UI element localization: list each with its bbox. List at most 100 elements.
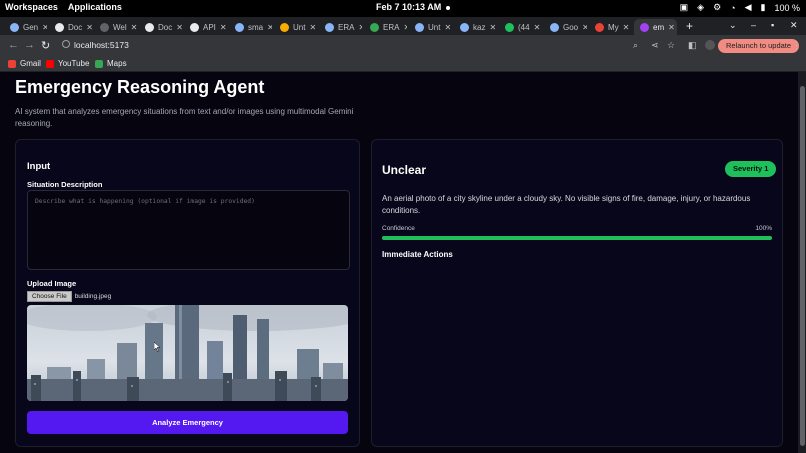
browser-tab[interactable]: API ✕ [184,19,227,35]
minimize-icon[interactable]: – [751,20,756,30]
profile-avatar[interactable] [705,40,715,50]
input-panel: Input Situation Description Describe wha… [15,139,360,447]
tab-favicon-icon [505,22,514,32]
mouse-cursor-icon [154,342,161,352]
confidence-bar-fill [382,236,772,240]
browser-tab[interactable]: Unt ✕ [274,19,317,35]
situation-description-label: Situation Description [27,180,103,189]
tab-close-icon[interactable]: ✕ [489,23,496,32]
tab-close-icon[interactable]: ✕ [220,23,227,32]
tab-label: Unt [293,22,306,32]
tab-label: Wel [113,22,127,32]
browser-tab[interactable]: Goo ✕ [544,19,587,35]
file-input[interactable]: Choose File building.jpeg [27,291,111,302]
tab-favicon-icon [550,22,559,32]
browser-tab[interactable]: Wel ✕ [94,19,137,35]
zoom-icon[interactable]: ⌕ [633,40,638,51]
tab-close-icon[interactable]: ✕ [267,23,272,32]
close-window-icon[interactable]: ✕ [790,20,798,31]
analysis-summary: An aerial photo of a city skyline under … [382,194,751,215]
browser-tab[interactable]: Gen ✕ [4,19,47,35]
bookmark-maps[interactable]: Maps [95,59,127,68]
side-panel-icon[interactable]: ◧ [688,40,697,51]
page-title: Emergency Reasoning Agent [15,77,265,97]
result-panel: Unclear Severity 1 An aerial photo of a … [371,139,783,447]
tab-favicon-icon [370,22,379,32]
choose-file-button[interactable]: Choose File [27,291,72,302]
tab-favicon-icon [595,22,604,32]
tab-favicon-icon [280,22,289,32]
wifi-icon[interactable]: ◔ [730,3,735,13]
tab-label: sma [248,22,264,32]
controller-icon[interactable]: ◈ [697,2,704,13]
maximize-icon[interactable]: ▪ [771,20,774,30]
tab-favicon-icon [325,22,334,32]
tab-favicon-icon [415,22,424,32]
bookmark-youtube[interactable]: YouTube [46,59,89,68]
situation-description-textarea[interactable]: Describe what is happening (optional if … [27,190,350,270]
tab-label: ERA [383,22,400,32]
tab-close-icon[interactable]: ✕ [86,23,92,32]
tab-search-icon[interactable]: ⌄ [729,20,737,31]
tab-close-icon[interactable]: ✕ [131,23,137,32]
tab-close-icon[interactable]: ✕ [42,23,47,32]
tab-close-icon[interactable]: ✕ [403,23,407,32]
settings-gear-icon[interactable]: ⚙ [713,2,721,13]
page-scrollbar[interactable] [798,72,806,453]
address-bar[interactable]: localhost:5173 [74,40,129,50]
back-icon[interactable]: ← [8,39,19,51]
browser-tab[interactable]: Doc ✕ [139,19,182,35]
tab-favicon-icon [100,22,109,32]
battery-percentage: 100 % [774,2,800,13]
scrollbar-thumb[interactable] [800,86,805,446]
confidence-label: Confidence [382,225,415,232]
tab-label: ERA [338,22,355,32]
tab-close-icon[interactable]: ✕ [582,23,587,32]
applications-menu[interactable]: Applications [68,2,122,12]
workspaces-button[interactable]: Workspaces [5,2,58,12]
battery-icon[interactable]: ▮ [761,2,766,13]
browser-tab[interactable]: ERA ✕ [364,19,407,35]
volume-icon[interactable]: ◀ [745,2,752,13]
notification-dot-icon [446,5,451,10]
browser-tab[interactable]: ERA ✕ [319,19,362,35]
tab-favicon-icon [55,22,64,32]
tab-label: Doc [68,22,83,32]
selected-file-name: building.jpeg [74,293,112,300]
clock[interactable]: Feb 7 10:13 AM [376,2,451,12]
browser-tab[interactable]: sma ✕ [229,19,272,35]
tab-close-icon[interactable]: ✕ [444,23,451,32]
menu-kebab-icon[interactable]: ⋮ [792,40,801,51]
camera-icon[interactable]: ▣ [680,2,689,13]
tab-close-icon[interactable]: ✕ [176,23,182,32]
site-info-icon[interactable] [62,40,70,48]
browser-tab[interactable]: Doc ✕ [49,19,92,35]
tab-favicon-icon [10,22,19,32]
new-tab-icon[interactable]: + [686,19,693,33]
tab-close-icon[interactable]: ✕ [534,23,541,32]
browser-tab[interactable]: Unt ✕ [409,19,452,35]
tab-close-icon[interactable]: ✕ [623,23,630,32]
browser-tab[interactable]: (44 ✕ [499,19,542,35]
tab-close-icon[interactable]: ✕ [358,23,362,32]
tab-label: em [653,22,665,32]
bookmark-star-icon[interactable]: ☆ [667,40,675,51]
system-top-bar: Workspaces Applications Feb 7 10:13 AM ▣… [0,0,806,17]
bookmark-gmail[interactable]: Gmail [8,59,41,68]
reload-icon[interactable]: ↻ [41,39,50,52]
browser-tab[interactable]: kaz ✕ [454,19,497,35]
analyze-emergency-button[interactable]: Analyze Emergency [27,411,348,434]
city-skyline-image [27,305,348,401]
browser-toolbar: ← → ↻ localhost:5173 ⌕ ⋖ ☆ ◧ Relaunch to… [0,35,806,57]
tab-favicon-icon [235,22,244,32]
tab-close-icon[interactable]: ✕ [668,23,675,32]
browser-tab[interactable]: em ✕ [634,19,677,35]
browser-tab[interactable]: My ✕ [589,19,632,35]
share-icon[interactable]: ⋖ [651,40,659,51]
tab-strip: + ⌄ – ▪ ✕ Gen ✕ Doc ✕ Wel ✕ Doc ✕ API ✕ sma ✕ Unt ✕ ER… [0,17,806,35]
tab-close-icon[interactable]: ✕ [309,23,316,32]
situation-placeholder: Describe what is happening (optional if … [35,198,255,205]
relaunch-to-update-button[interactable]: Relaunch to update [718,39,800,53]
tab-favicon-icon [640,22,649,32]
forward-icon[interactable]: → [24,39,35,51]
